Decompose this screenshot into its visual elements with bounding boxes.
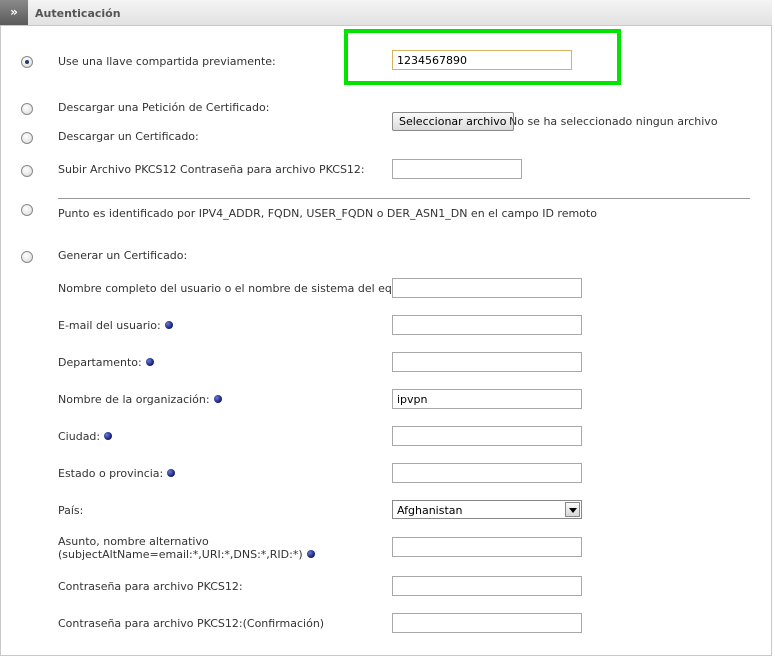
required-dot-icon: [167, 469, 176, 477]
required-dot-icon: [164, 321, 173, 329]
chevron-down-icon[interactable]: [565, 502, 580, 517]
department-label-text: Departamento:: [58, 356, 142, 369]
generate-cert-label: Generar un Certificado:: [58, 249, 188, 262]
state-label-text: Estado o provincia:: [58, 467, 164, 480]
city-input[interactable]: [392, 426, 582, 446]
section-divider: [58, 198, 750, 199]
pkcs12-upload-password-input[interactable]: [392, 159, 522, 179]
pkcs12-confirm-input[interactable]: [392, 613, 582, 633]
organization-label: Nombre de la organización:: [58, 393, 222, 406]
organization-input[interactable]: [392, 389, 582, 409]
pkcs12-password-label: Contraseña para archivo PKCS12:: [58, 580, 243, 593]
select-file-button[interactable]: Seleccionar archivo: [392, 112, 514, 131]
generate-cert-radio[interactable]: [21, 251, 33, 263]
email-input[interactable]: [392, 315, 582, 335]
required-dot-icon: [145, 358, 154, 366]
psk-label: Use una llave compartida previamente:: [58, 55, 276, 68]
psk-input[interactable]: [392, 50, 572, 70]
pkcs12-password-input[interactable]: [392, 576, 582, 596]
pkcs12-upload-radio[interactable]: [21, 165, 33, 177]
section-header: » Autenticación: [0, 0, 772, 26]
city-label-text: Ciudad:: [58, 430, 101, 443]
collapse-toggle-icon[interactable]: »: [0, 0, 28, 25]
full-name-label: Nombre completo del usuario o el nombre …: [58, 282, 420, 295]
department-label: Departamento:: [58, 356, 154, 369]
download-request-radio[interactable]: [21, 103, 33, 115]
section-title: Autenticación: [35, 7, 121, 20]
altname-label-line1: Asunto, nombre alternativo: [58, 535, 209, 548]
peer-id-label: Punto es identificado por IPV4_ADDR, FQD…: [58, 207, 597, 220]
email-label: E-mail del usuario:: [58, 319, 173, 332]
required-dot-icon: [213, 395, 222, 403]
pkcs12-upload-label: Subir Archivo PKCS12 Contraseña para arc…: [58, 163, 365, 176]
required-dot-icon: [306, 550, 315, 558]
altname-label: Asunto, nombre alternativo (subjectAltNa…: [58, 535, 315, 561]
full-name-input[interactable]: [392, 278, 582, 298]
country-select[interactable]: Afghanistan: [392, 500, 582, 519]
email-label-text: E-mail del usuario:: [58, 319, 161, 332]
country-label: País:: [58, 504, 84, 517]
download-request-label: Descargar una Petición de Certificado:: [58, 101, 270, 114]
download-cert-label: Descargar un Certificado:: [58, 130, 199, 143]
required-dot-icon: [104, 432, 113, 440]
country-selected-value: Afghanistan: [397, 504, 463, 517]
pkcs12-confirm-label: Contraseña para archivo PKCS12:(Confirma…: [58, 617, 325, 630]
department-input[interactable]: [392, 352, 582, 372]
state-label: Estado o provincia:: [58, 467, 176, 480]
download-cert-radio[interactable]: [21, 132, 33, 144]
city-label: Ciudad:: [58, 430, 113, 443]
peer-id-radio[interactable]: [21, 204, 33, 216]
altname-label-line2: (subjectAltName=email:*,URI:*,DNS:*,RID:…: [58, 548, 303, 561]
psk-radio[interactable]: [21, 56, 33, 68]
state-input[interactable]: [392, 463, 582, 483]
organization-label-text: Nombre de la organización:: [58, 393, 210, 406]
altname-input[interactable]: [392, 537, 582, 557]
file-status-text: No se ha seleccionado ningun archivo: [509, 115, 718, 128]
